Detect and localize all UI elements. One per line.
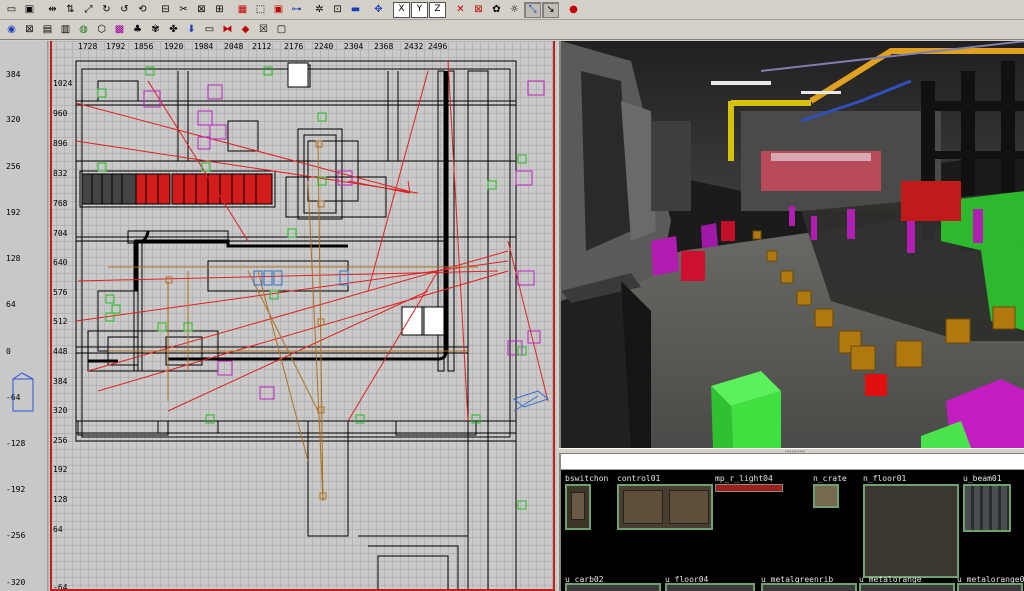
delete-icon[interactable]: ◆ [237,22,254,38]
select-inside-icon[interactable]: ▣ [270,2,287,18]
flip-z-icon[interactable]: ⤢ [80,2,97,18]
view-2d-icon[interactable]: ◉ [3,22,20,38]
map-grid[interactable]: 1728 1792 1856 1920 1984 2048 2112 2176 … [48,41,557,591]
camera-3d-viewport[interactable] [559,41,1024,448]
texture-thumbnail [565,484,591,530]
open-icon[interactable]: ▭ [3,2,20,18]
lights-icon[interactable]: ☼ [506,2,523,18]
view-3d-icon[interactable]: ⊠ [21,22,38,38]
secondary-toolbar: ◉ ⊠ ▤ ▥ ◍ ⬡ ▩ ♣ ✾ ✤ ⬇ ▭ ⧓ ◆ ☒ ▢ [0,21,1024,40]
ruler-tick: 128 [6,254,21,263]
entity-group-icon[interactable]: ♣ [129,22,146,38]
select-touching-icon[interactable]: ⬚ [252,2,269,18]
texture-thumbnail [963,484,1011,532]
texture-browser-header [561,454,1024,470]
x-axis-icon[interactable]: X [393,1,410,18]
cap-icon[interactable]: ✤ [165,22,182,38]
camera-frustum-icon [12,372,34,412]
move-icon[interactable]: ⤡ [524,1,541,18]
ruler-tick: 256 [6,162,21,171]
resize-icon[interactable]: ↘ [542,1,559,18]
texture-thumbnail [957,583,1023,591]
texture-thumbnail [565,583,661,591]
camera-scene [561,41,1024,448]
save-icon[interactable]: ▣ [21,2,38,18]
thicken-icon[interactable]: ▢ [273,22,290,38]
main-toolbar: ▭ ▣ ⇹ ⇅ ⤢ ↻ ↺ ⟲ ⊟ ✂ ⊠ ⊞ ▦ ⬚ ▣ ⊶ ✲ ⊡ ▬ ✥ … [0,0,1024,20]
ruler-tick: 320 [6,115,21,124]
ruler-tick: 0 [6,347,11,356]
ruler-tick: 64 [6,300,16,309]
select-complete-tall-icon[interactable]: ⊶ [288,2,305,18]
map-geometry[interactable] [48,41,557,591]
texture-browser[interactable]: bswitchon control01 mp_r_light04 n_crate… [559,454,1024,591]
rotate-z-icon[interactable]: ⟲ [134,2,151,18]
texture-thumbnail [665,583,755,591]
entity-icon[interactable]: ✥ [370,2,387,18]
split-icon[interactable]: ⧓ [219,22,236,38]
merge-icon[interactable]: ☒ [255,22,272,38]
z-axis-icon[interactable]: Z [429,1,446,18]
texture-label: n_crate [813,474,847,483]
spin-icon[interactable]: ⬡ [93,22,110,38]
flip-x-icon[interactable]: ⇹ [44,2,61,18]
texture-thumbnail [863,484,959,578]
rotate-x-icon[interactable]: ↻ [98,2,115,18]
clipper-icon[interactable]: ✂ [175,2,192,18]
rotate-y-icon[interactable]: ↺ [116,2,133,18]
patch-icon[interactable]: ▩ [111,22,128,38]
ruler-tick: -192 [6,485,26,494]
texture-label: n_floor01 [863,474,907,483]
texture-thumbnail [617,484,713,530]
flip-y-icon[interactable]: ⇅ [62,2,79,18]
texture-thumbnail [715,484,783,492]
texture-label: bswitchon [565,474,609,483]
texture-thumbnail [859,583,955,591]
ruler-tick: -256 [6,531,26,540]
vertical-ruler: 384 320 256 192 128 64 0 -64 -128 -192 -… [0,41,48,591]
filter-icon[interactable]: ✿ [488,2,505,18]
csg-merge-icon[interactable]: ⊞ [211,2,228,18]
ruler-tick: 384 [6,70,21,79]
ruler-tick: -320 [6,578,26,587]
csg-hollow-icon[interactable]: ▦ [234,2,251,18]
ruler-tick: 192 [6,208,21,217]
texture-icon[interactable]: ▤ [39,22,56,38]
level-editor-window: ▭ ▣ ⇹ ⇅ ⤢ ↻ ↺ ⟲ ⊟ ✂ ⊠ ⊞ ▦ ⬚ ▣ ⊶ ✲ ⊡ ▬ ✥ … [0,0,1024,591]
ruler-tick: -128 [6,439,26,448]
csg-subtract-icon[interactable]: ⊠ [193,2,210,18]
show-patches-icon[interactable]: ✕ [452,2,469,18]
weld-icon[interactable]: ▭ [201,22,218,38]
camera-icon[interactable]: ▬ [347,2,364,18]
show-entities-icon[interactable]: ⊠ [470,2,487,18]
stop-icon[interactable]: ● [565,2,582,18]
texture-label: u_beam01 [963,474,1002,483]
cubic-clip-icon[interactable]: ▥ [57,22,74,38]
arrow-down-icon[interactable]: ⬇ [183,22,200,38]
rotate-icon[interactable]: ⊡ [329,2,346,18]
bend-icon[interactable]: ✾ [147,22,164,38]
texture-label: mp_r_light04 [715,474,773,483]
texture-label: control01 [617,474,661,483]
top-view-2d-viewport[interactable]: 384 320 256 192 128 64 0 -64 -128 -192 -… [0,41,557,591]
camera-toggle-icon[interactable]: ◍ [75,22,92,38]
y-axis-icon[interactable]: Y [411,1,428,18]
texture-thumbnail [761,583,857,591]
mirror-icon[interactable]: ⊟ [157,2,174,18]
texture-thumbnail [813,484,839,508]
texture-lock-icon[interactable]: ✲ [311,2,328,18]
